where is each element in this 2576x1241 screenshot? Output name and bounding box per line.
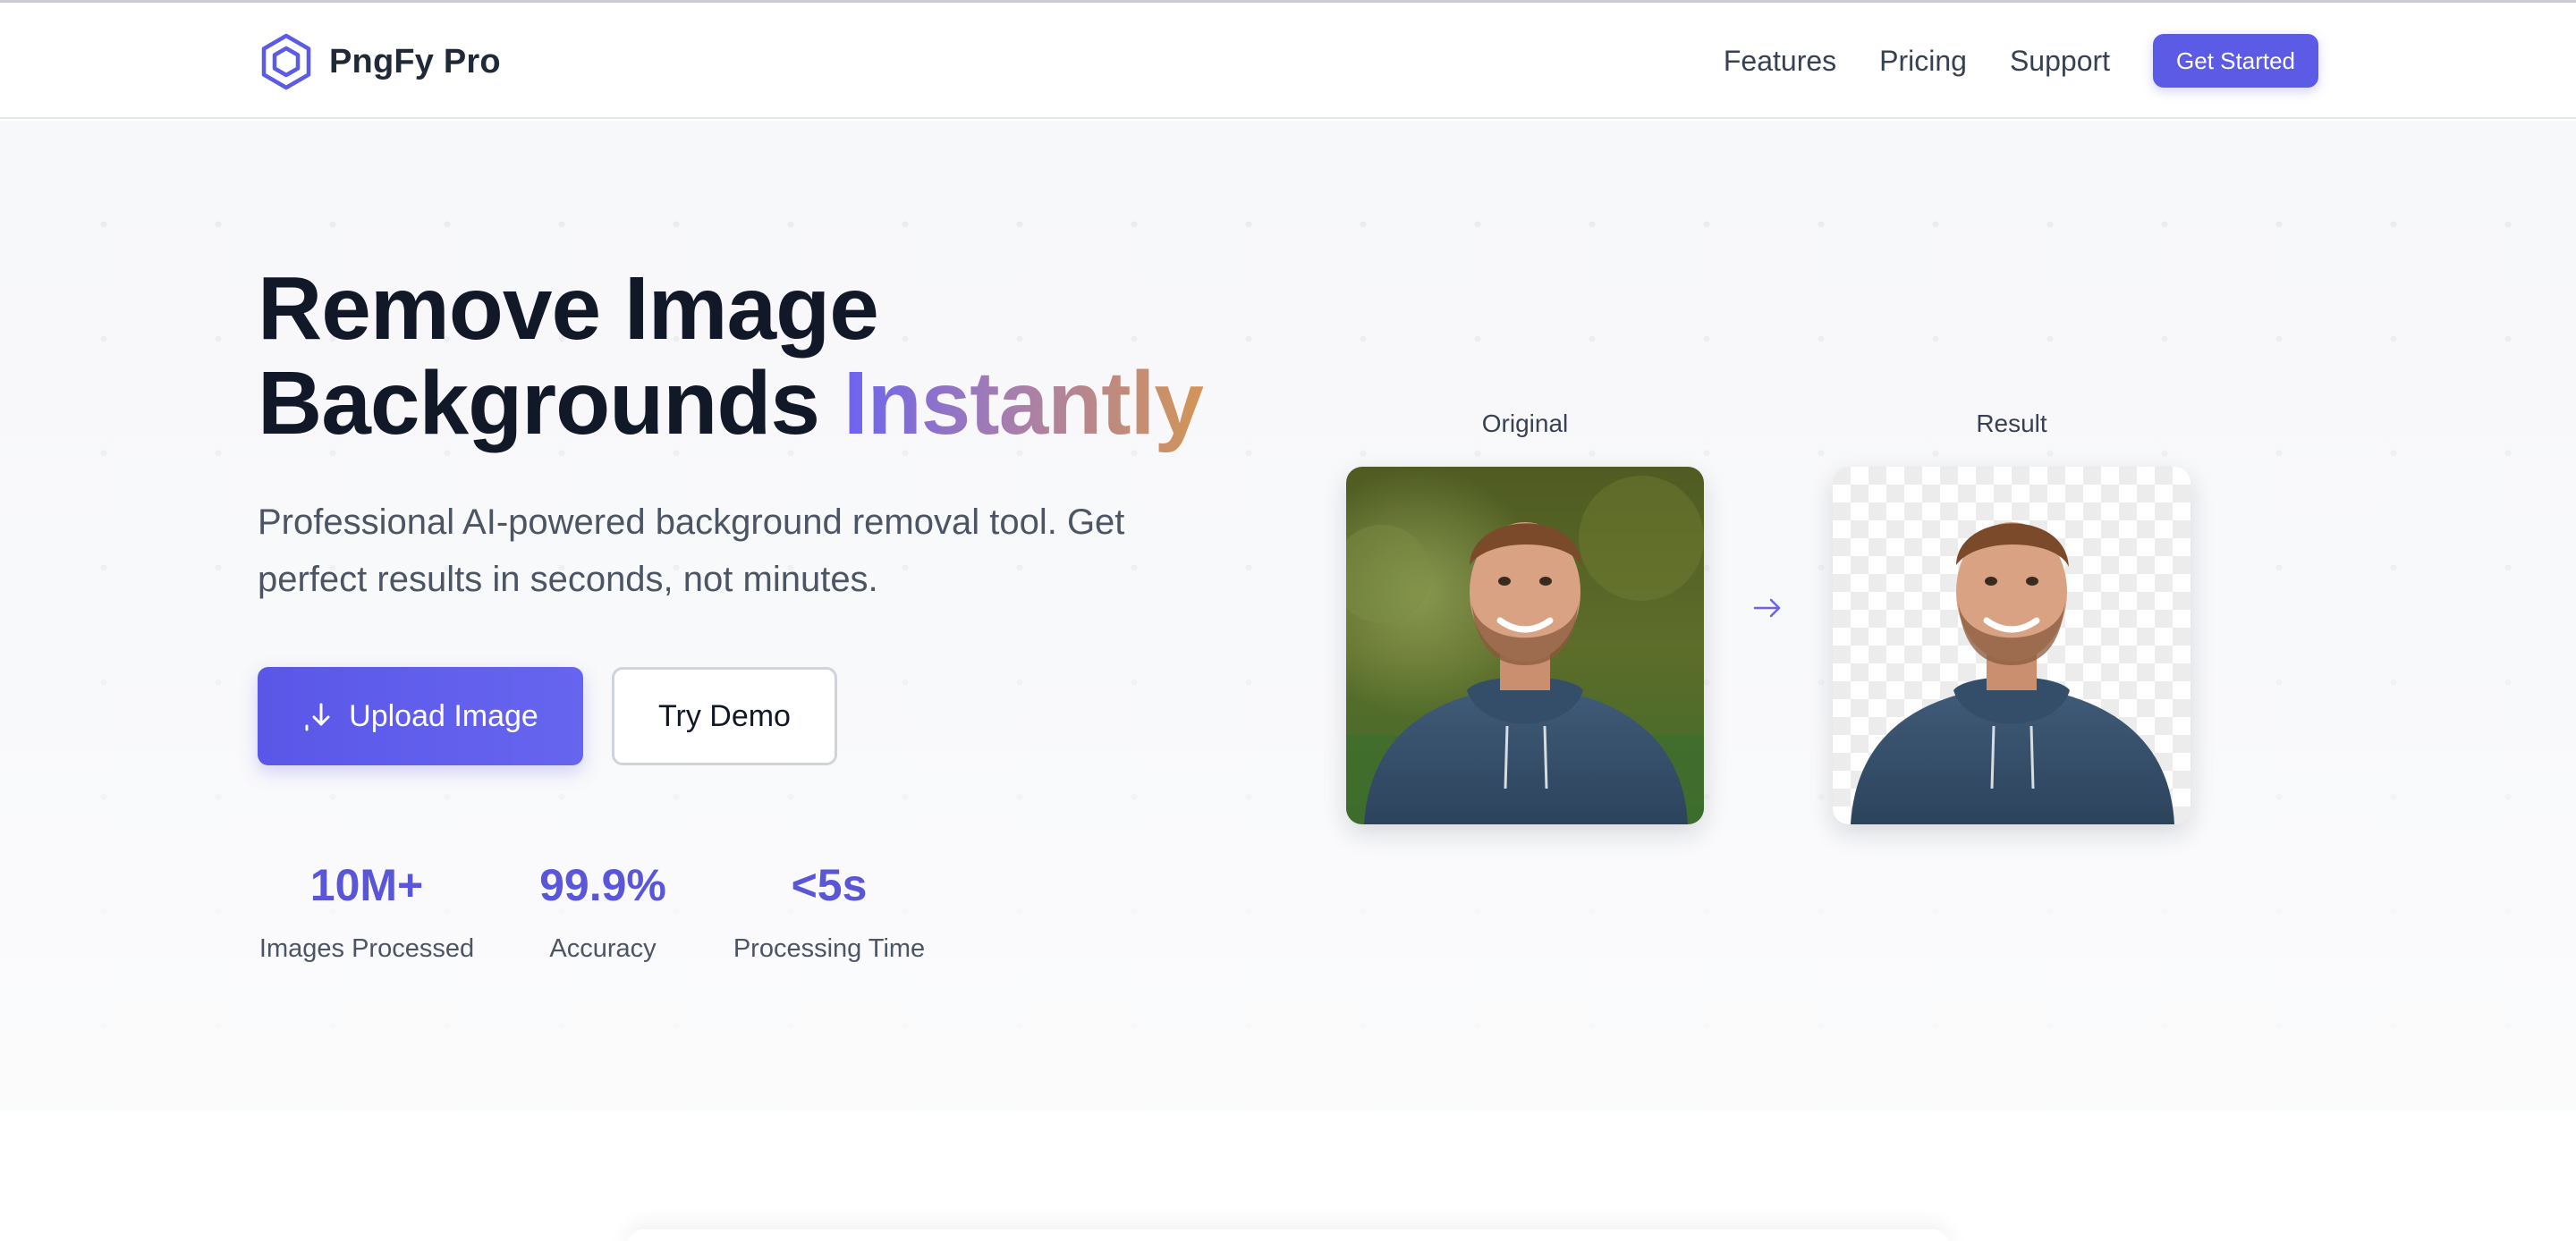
result-photo bbox=[1833, 467, 2190, 824]
stat-value: <5s bbox=[791, 860, 868, 910]
get-started-button[interactable]: Get Started bbox=[2153, 34, 2318, 88]
page: PngFy Pro Features Pricing Support Get S… bbox=[0, 0, 2576, 1241]
result-label: Result bbox=[1976, 409, 2047, 437]
result-image bbox=[1833, 467, 2190, 824]
try-demo-button[interactable]: Try Demo bbox=[612, 667, 837, 765]
stat-value: 99.9% bbox=[539, 860, 666, 910]
next-section-card-edge bbox=[626, 1229, 1950, 1241]
hexagon-logo-icon bbox=[261, 33, 311, 90]
brand[interactable]: PngFy Pro bbox=[258, 33, 501, 90]
brand-name: PngFy Pro bbox=[329, 42, 501, 80]
arrow-right-icon bbox=[1753, 598, 1781, 618]
stat-accuracy: 99.9% Accuracy bbox=[531, 854, 674, 964]
headline-line-1: Remove Image bbox=[258, 258, 879, 359]
try-demo-label: Try Demo bbox=[658, 698, 791, 733]
original-photo bbox=[1346, 467, 1704, 824]
nav-links: Features Pricing Support Get Started bbox=[1724, 33, 2318, 89]
hero-headline: Remove Image Backgrounds Instantly bbox=[258, 261, 1331, 451]
upload-image-button[interactable]: Upload Image bbox=[258, 667, 583, 765]
download-arrow-icon bbox=[305, 703, 330, 731]
nav-link-features[interactable]: Features bbox=[1724, 45, 1836, 78]
next-section bbox=[0, 1111, 2576, 1241]
nav-link-pricing[interactable]: Pricing bbox=[1879, 45, 1967, 78]
headline-accent: Instantly bbox=[843, 353, 1204, 453]
original-label: Original bbox=[1481, 409, 1569, 437]
upload-image-label: Upload Image bbox=[349, 698, 538, 733]
stat-label: Processing Time bbox=[733, 934, 926, 963]
stat-label: Images Processed bbox=[258, 934, 475, 963]
stat-images-processed: 10M+ Images Processed bbox=[258, 854, 476, 964]
hero-subtext: Professional AI-powered background remov… bbox=[258, 502, 1125, 599]
original-image bbox=[1346, 467, 1704, 824]
navbar: PngFy Pro Features Pricing Support Get S… bbox=[0, 3, 2576, 119]
nav-link-support[interactable]: Support bbox=[2010, 45, 2110, 78]
headline-line-2: Backgrounds bbox=[258, 353, 820, 453]
stat-value: 10M+ bbox=[309, 860, 424, 910]
stat-label: Accuracy bbox=[549, 934, 657, 963]
stat-processing-time: <5s Processing Time bbox=[730, 854, 928, 964]
